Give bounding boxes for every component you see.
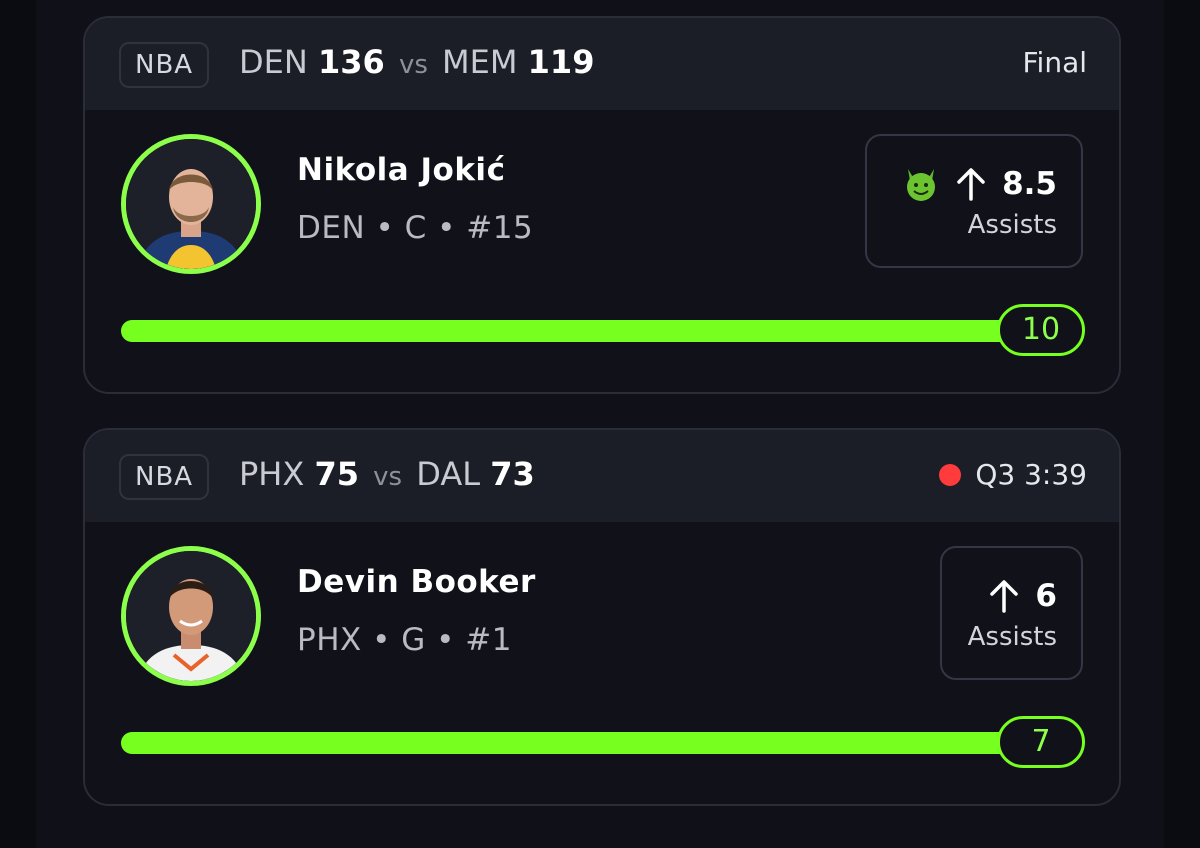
pick-line-row: 8.5 (891, 162, 1057, 206)
progress-value-pill: 10 (997, 304, 1085, 356)
card-header: NBA DEN 136 vs MEM 119 Final (85, 18, 1119, 110)
away-team: MEM (442, 43, 518, 81)
progress-bar: 7 (121, 716, 1085, 768)
pick-line-box[interactable]: 8.5 Assists (865, 134, 1083, 268)
pick-line-box[interactable]: 6 Assists (940, 546, 1083, 680)
progress-fill (121, 320, 1083, 342)
player-meta: PHX • G • #1 (297, 622, 512, 658)
vs-label: vs (373, 462, 403, 492)
league-badge: NBA (119, 454, 210, 500)
player-headshot-icon (126, 139, 256, 269)
home-team: PHX (239, 455, 305, 493)
line-value: 8.5 (1002, 166, 1057, 202)
player-avatar[interactable] (121, 546, 261, 686)
home-score: 136 (317, 43, 385, 81)
league-badge: NBA (119, 42, 210, 88)
stat-label: Assists (967, 622, 1057, 652)
game-status-text: Q3 3:39 (975, 458, 1087, 491)
stat-label: Assists (967, 210, 1057, 240)
player-name[interactable]: Devin Booker (297, 564, 536, 600)
home-team: DEN (239, 43, 308, 81)
player-name[interactable]: Nikola Jokić (297, 152, 505, 188)
game-status: Q3 3:39 (939, 454, 1087, 496)
arrow-up-icon (990, 580, 1019, 613)
progress-bar: 10 (121, 304, 1085, 356)
card-body: Nikola Jokić DEN • C • #15 8.5 Assists 1… (85, 110, 1119, 390)
arrow-up-icon (957, 168, 985, 201)
game-status-text: Final (1022, 46, 1087, 79)
line-value: 6 (1035, 578, 1057, 614)
pick-line-row: 6 (966, 574, 1057, 618)
card-header: NBA PHX 75 vs DAL 73 Q3 3:39 (85, 430, 1119, 522)
away-score: 73 (490, 455, 535, 493)
player-meta: DEN • C • #15 (297, 210, 534, 246)
matchup: PHX 75 vs DAL 73 (239, 452, 535, 499)
home-score: 75 (314, 455, 359, 493)
progress-fill (121, 732, 1083, 754)
card-body: Devin Booker PHX • G • #1 6 Assists 7 (85, 522, 1119, 802)
progress-value-pill: 7 (997, 716, 1085, 768)
player-avatar[interactable] (121, 134, 261, 274)
pick-card[interactable]: NBA PHX 75 vs DAL 73 Q3 3:39 Devin Booke (83, 428, 1121, 806)
green-devil-emoji-icon (907, 169, 936, 201)
vs-label: vs (398, 50, 428, 80)
pick-card[interactable]: NBA DEN 136 vs MEM 119 Final Nikola Joki… (83, 16, 1121, 394)
away-team: DAL (416, 455, 481, 493)
game-status: Final (1022, 42, 1087, 84)
matchup: DEN 136 vs MEM 119 (239, 40, 594, 87)
live-indicator-icon (939, 464, 962, 486)
away-score: 119 (527, 43, 595, 81)
player-headshot-icon (126, 551, 256, 681)
